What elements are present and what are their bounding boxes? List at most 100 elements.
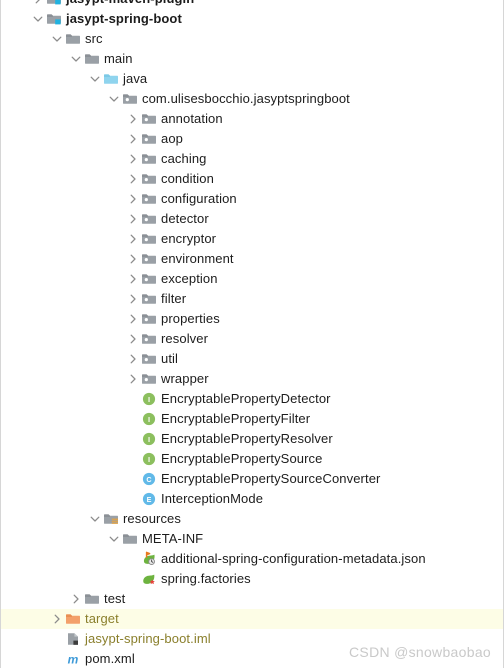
tree-node-EncryptablePropertySourceConverter[interactable]: C EncryptablePropertySourceConverter xyxy=(1,469,503,489)
tree-node-label: resources xyxy=(123,511,181,526)
tree-node-label: target xyxy=(85,611,119,626)
tree-node-META-INF[interactable]: META-INF xyxy=(1,529,503,549)
chevron-right-icon[interactable] xyxy=(125,371,141,387)
chevron-placeholder xyxy=(125,571,141,587)
tree-node-com.ulisesbocchio.jasyptspringboot[interactable]: com.ulisesbocchio.jasyptspringboot xyxy=(1,89,503,109)
tree-node-encryptor[interactable]: encryptor xyxy=(1,229,503,249)
chevron-right-icon[interactable] xyxy=(125,331,141,347)
tree-node-additional-spring-configuration-metadata.json[interactable]: additional-spring-configuration-metadata… xyxy=(1,549,503,569)
chevron-down-icon[interactable] xyxy=(87,71,103,87)
package-icon xyxy=(141,331,157,347)
chevron-right-icon[interactable] xyxy=(68,591,84,607)
tree-node-label: spring.factories xyxy=(161,571,251,586)
project-tool-window[interactable]: jasypt-maven-plugin jasypt-spring-boot src… xyxy=(0,0,504,668)
tree-node-caching[interactable]: caching xyxy=(1,149,503,169)
package-icon xyxy=(141,211,157,227)
tree-node-properties[interactable]: properties xyxy=(1,309,503,329)
tree-node-jasypt-spring-boot[interactable]: jasypt-spring-boot xyxy=(1,9,503,29)
tree-node-aop[interactable]: aop xyxy=(1,129,503,149)
tree-node-label: detector xyxy=(161,211,209,226)
chevron-down-icon[interactable] xyxy=(49,31,65,47)
chevron-right-icon[interactable] xyxy=(125,171,141,187)
chevron-right-icon[interactable] xyxy=(125,151,141,167)
chevron-down-icon[interactable] xyxy=(106,531,122,547)
chevron-right-icon[interactable] xyxy=(125,311,141,327)
chevron-right-icon[interactable] xyxy=(125,251,141,267)
tree-node-java[interactable]: java xyxy=(1,69,503,89)
chevron-down-icon[interactable] xyxy=(68,51,84,67)
tree-node-util[interactable]: util xyxy=(1,349,503,369)
svg-text:I: I xyxy=(148,395,150,404)
tree-node-label: environment xyxy=(161,251,234,266)
tree-node-spring.factories[interactable]: spring.factories xyxy=(1,569,503,589)
tree-node-InterceptionMode[interactable]: E InterceptionMode xyxy=(1,489,503,509)
module-folder-icon xyxy=(46,11,62,27)
tree-node-EncryptablePropertyResolver[interactable]: I EncryptablePropertyResolver xyxy=(1,429,503,449)
tree-node-EncryptablePropertyFilter[interactable]: I EncryptablePropertyFilter xyxy=(1,409,503,429)
chevron-right-icon[interactable] xyxy=(125,351,141,367)
class-icon: C xyxy=(141,471,157,487)
tree-node-label: filter xyxy=(161,291,187,306)
tree-node-environment[interactable]: environment xyxy=(1,249,503,269)
tree-node-label: wrapper xyxy=(161,371,209,386)
tree-node-filter[interactable]: filter xyxy=(1,289,503,309)
tree-node-annotation[interactable]: annotation xyxy=(1,109,503,129)
chevron-right-icon[interactable] xyxy=(125,271,141,287)
tree-node-src[interactable]: src xyxy=(1,29,503,49)
chevron-down-icon[interactable] xyxy=(87,511,103,527)
tree-node-EncryptablePropertySource[interactable]: I EncryptablePropertySource xyxy=(1,449,503,469)
interface-icon: I xyxy=(141,411,157,427)
tree-node-detector[interactable]: detector xyxy=(1,209,503,229)
tree-node-main[interactable]: main xyxy=(1,49,503,69)
tree-node-jasypt-maven-plugin[interactable]: jasypt-maven-plugin xyxy=(1,0,503,9)
project-tree[interactable]: jasypt-maven-plugin jasypt-spring-boot src… xyxy=(1,0,503,668)
tree-node-label: configuration xyxy=(161,191,237,206)
chevron-right-icon[interactable] xyxy=(30,0,46,7)
tree-node-EncryptablePropertyDetector[interactable]: I EncryptablePropertyDetector xyxy=(1,389,503,409)
svg-text:E: E xyxy=(147,495,152,504)
chevron-right-icon[interactable] xyxy=(125,191,141,207)
tree-node-wrapper[interactable]: wrapper xyxy=(1,369,503,389)
folder-gray-icon xyxy=(84,591,100,607)
interface-icon: I xyxy=(141,451,157,467)
package-icon xyxy=(141,251,157,267)
tree-node-exception[interactable]: exception xyxy=(1,269,503,289)
chevron-right-icon[interactable] xyxy=(125,131,141,147)
tree-node-target[interactable]: target xyxy=(1,609,503,629)
chevron-down-icon[interactable] xyxy=(106,91,122,107)
chevron-right-icon[interactable] xyxy=(125,211,141,227)
chevron-right-icon[interactable] xyxy=(125,291,141,307)
chevron-placeholder xyxy=(125,451,141,467)
chevron-right-icon[interactable] xyxy=(49,611,65,627)
svg-text:I: I xyxy=(148,435,150,444)
tree-node-test[interactable]: test xyxy=(1,589,503,609)
tree-node-resources[interactable]: resources xyxy=(1,509,503,529)
chevron-placeholder xyxy=(125,491,141,507)
svg-text:I: I xyxy=(148,415,150,424)
tree-node-label: jasypt-maven-plugin xyxy=(66,0,194,7)
chevron-right-icon[interactable] xyxy=(125,231,141,247)
tree-node-label: caching xyxy=(161,151,207,166)
tree-node-resolver[interactable]: resolver xyxy=(1,329,503,349)
chevron-right-icon[interactable] xyxy=(125,111,141,127)
package-icon xyxy=(141,311,157,327)
svg-text:m: m xyxy=(68,652,79,666)
tree-node-label: encryptor xyxy=(161,231,217,246)
tree-node-condition[interactable]: condition xyxy=(1,169,503,189)
chevron-down-icon[interactable] xyxy=(30,11,46,27)
tree-node-configuration[interactable]: configuration xyxy=(1,189,503,209)
tree-node-label: jasypt-spring-boot.iml xyxy=(85,631,211,646)
folder-orange-icon xyxy=(65,611,81,627)
tree-node-label: properties xyxy=(161,311,220,326)
